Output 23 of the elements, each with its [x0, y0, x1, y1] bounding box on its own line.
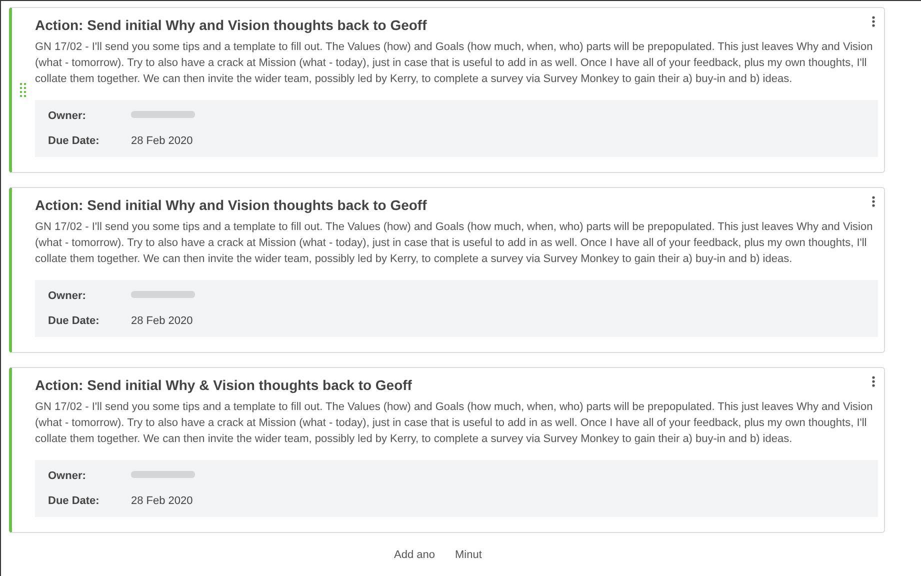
add-minute-link[interactable]: Add ano Minut [394, 547, 482, 564]
drag-handle-icon[interactable] [20, 83, 26, 97]
action-description: GN 17/02 - I'll send you some tips and a template to fill out. The Values (how) and Goals (how much, when, who) parts will be prepopulated. This just leaves Why and Vision (what - tomorrow). Try to also have a crack at Mission (what - today), just in case that is useful to add in as well. Once I have all of your feedback, plus my own thoughts, I'll collate them together. We can then invite the wider team, possibly led by Kerry, to complete a survey via Survey Monkey to gain their a) buy-in and b) ideas. [35, 220, 874, 267]
action-title: Action: Send initial Why and Vision thoughts back to Geoff [35, 16, 427, 34]
owner-label: Owner: [48, 469, 87, 484]
owner-label: Owner: [48, 109, 87, 124]
more-icon [872, 376, 874, 386]
due-date-value: 28 Feb 2020 [131, 494, 193, 508]
due-date-value: 28 Feb 2020 [131, 314, 193, 328]
action-title: Action: Send initial Why & Vision thoughts back to Geoff [35, 376, 412, 394]
due-date-label: Due Date: [48, 314, 100, 328]
more-icon [872, 16, 874, 26]
redacted-name [131, 291, 195, 298]
redacted-name [131, 111, 195, 118]
due-date-label: Due Date: [48, 494, 100, 508]
action-title: Action: Send initial Why and Vision thoughts back to Geoff [35, 196, 427, 214]
action-description: GN 17/02 - I'll send you some tips and a template to fill out. The Values (how) and Goals (how much, when, who) parts will be prepopulated. This just leaves Why and Vision (what - tomorrow). Try to also have a crack at Mission (what - today), just in case that is useful to add in as well. Once I have all of your feedback, plus my own thoughts, I'll collate them together. We can then invite the wider team, possibly led by Kerry, to complete a survey via Survey Monkey to gain their a) buy-in and b) ideas. [35, 40, 874, 87]
due-date-value: 28 Feb 2020 [131, 134, 193, 148]
redacted-name [131, 471, 195, 478]
owner-label: Owner: [48, 289, 87, 304]
action-description: GN 17/02 - I'll send you some tips and a template to fill out. The Values (how) and Goals (how much, when, who) parts will be prepopulated. This just leaves Why and Vision (what - tomorrow). Try to also have a crack at Mission (what - today), just in case that is useful to add in as well. Once I have all of your feedback, plus my own thoughts, I'll collate them together. We can then invite the wider team, possibly led by Kerry, to complete a survey via Survey Monkey to gain their a) buy-in and b) ideas. [35, 400, 874, 447]
more-icon [872, 196, 874, 206]
due-date-label: Due Date: [48, 134, 100, 148]
